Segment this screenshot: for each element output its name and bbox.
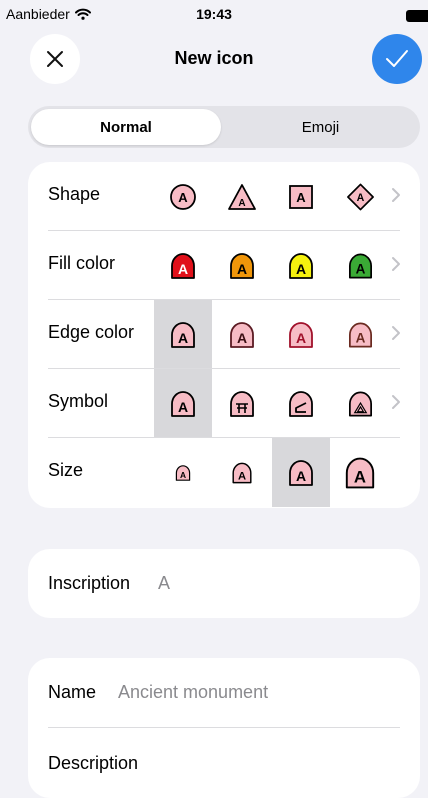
- large-size-icon: A: [289, 459, 313, 486]
- symbol-option-angle[interactable]: [272, 369, 330, 438]
- fill-color-row[interactable]: Fill color A A A A: [28, 231, 420, 300]
- inscription-card[interactable]: Inscription A: [28, 549, 420, 618]
- svg-text:A: A: [178, 190, 188, 205]
- shape-option-triangle[interactable]: A: [213, 162, 271, 231]
- edge-option-brown[interactable]: A: [331, 300, 375, 369]
- svg-text:A: A: [356, 261, 366, 276]
- edge-option-darkred[interactable]: A: [213, 300, 271, 369]
- svg-text:A: A: [296, 330, 306, 346]
- svg-text:A: A: [296, 190, 306, 205]
- fill-option-green[interactable]: A: [331, 231, 375, 300]
- fill-option-orange[interactable]: A: [213, 231, 271, 300]
- segment-emoji[interactable]: Emoji: [224, 109, 417, 145]
- style-segmented-control: Normal Emoji: [28, 106, 420, 148]
- name-label: Name: [48, 682, 97, 702]
- name-field[interactable]: Ancient monument: [118, 682, 268, 703]
- svg-text:A: A: [178, 261, 188, 277]
- shape-row[interactable]: Shape A A A A: [28, 162, 420, 231]
- red-edge-icon: A: [289, 321, 313, 348]
- svg-text:A: A: [237, 261, 247, 277]
- edge-color-label: Edge color: [48, 322, 135, 342]
- symbol-row[interactable]: Symbol A: [28, 369, 420, 438]
- size-option-large[interactable]: A: [272, 438, 330, 507]
- letter-symbol-icon: A: [171, 390, 195, 417]
- fill-option-red[interactable]: A: [154, 231, 212, 300]
- brown-edge-icon: A: [348, 322, 373, 347]
- angle-symbol-icon: [289, 390, 313, 417]
- svg-text:A: A: [178, 330, 188, 346]
- symbol-label: Symbol: [48, 391, 109, 411]
- chevron-right-icon: [392, 257, 400, 271]
- red-fill-icon: A: [171, 252, 195, 279]
- svg-text:A: A: [238, 198, 245, 209]
- shape-option-square[interactable]: A: [272, 162, 330, 231]
- symbol-option-letter[interactable]: A: [154, 369, 212, 438]
- checkmark-icon: [386, 50, 408, 67]
- size-row[interactable]: Size A A A A: [28, 438, 420, 507]
- edge-color-row[interactable]: Edge color A A A A: [28, 300, 420, 369]
- svg-text:A: A: [354, 467, 366, 486]
- battery-icon: [406, 10, 428, 22]
- icon-style-card: Shape A A A A Fill color A A A A Edge co…: [28, 162, 420, 508]
- svg-text:A: A: [180, 469, 186, 479]
- edge-option-red[interactable]: A: [272, 300, 330, 369]
- row-divider: [48, 727, 400, 728]
- medium-size-icon: A: [232, 462, 252, 483]
- orange-fill-icon: A: [230, 252, 254, 279]
- darkred-edge-icon: A: [230, 321, 254, 348]
- description-label: Description: [48, 753, 139, 773]
- svg-text:A: A: [238, 470, 246, 482]
- symbol-option-bench[interactable]: [213, 369, 271, 438]
- shape-option-circle[interactable]: A: [154, 162, 212, 231]
- xlarge-size-icon: A: [345, 457, 375, 488]
- chevron-right-icon: [392, 326, 400, 340]
- size-option-small[interactable]: A: [154, 438, 212, 507]
- diamond-shape-icon: A: [347, 183, 374, 210]
- inscription-label: Inscription: [48, 573, 131, 593]
- green-fill-icon: A: [348, 253, 373, 278]
- status-bar: Aanbieder 19:43: [0, 0, 428, 30]
- bench-symbol-icon: [230, 390, 254, 417]
- details-card: Name Ancient monument Description: [28, 658, 420, 798]
- confirm-button[interactable]: [372, 34, 422, 84]
- shape-option-diamond[interactable]: A: [331, 162, 375, 231]
- size-option-medium[interactable]: A: [213, 438, 271, 507]
- svg-text:A: A: [356, 330, 366, 345]
- svg-text:A: A: [178, 399, 188, 415]
- page-title: New icon: [174, 48, 254, 68]
- triangle-shape-icon: A: [228, 183, 256, 210]
- shape-label: Shape: [48, 184, 101, 204]
- inscription-field[interactable]: A: [158, 573, 170, 594]
- status-time: 19:43: [196, 6, 232, 22]
- svg-text:A: A: [296, 468, 306, 484]
- edge-option-black[interactable]: A: [154, 300, 212, 369]
- nav-bar: New icon: [0, 30, 428, 90]
- fill-color-label: Fill color: [48, 253, 116, 273]
- symbol-option-triangle[interactable]: [331, 369, 375, 438]
- svg-text:A: A: [296, 261, 306, 277]
- segment-normal[interactable]: Normal: [31, 109, 221, 145]
- chevron-right-icon: [392, 188, 400, 202]
- circle-shape-icon: A: [170, 183, 196, 210]
- triangle-symbol-icon: [348, 391, 373, 416]
- size-option-xlarge[interactable]: A: [331, 438, 389, 507]
- svg-text:A: A: [357, 191, 365, 203]
- fill-option-yellow[interactable]: A: [272, 231, 330, 300]
- svg-text:A: A: [237, 330, 247, 346]
- square-shape-icon: A: [289, 184, 313, 209]
- yellow-fill-icon: A: [289, 252, 313, 279]
- black-edge-icon: A: [171, 321, 195, 348]
- small-size-icon: A: [175, 464, 191, 481]
- size-label: Size: [48, 460, 84, 480]
- chevron-right-icon: [392, 395, 400, 409]
